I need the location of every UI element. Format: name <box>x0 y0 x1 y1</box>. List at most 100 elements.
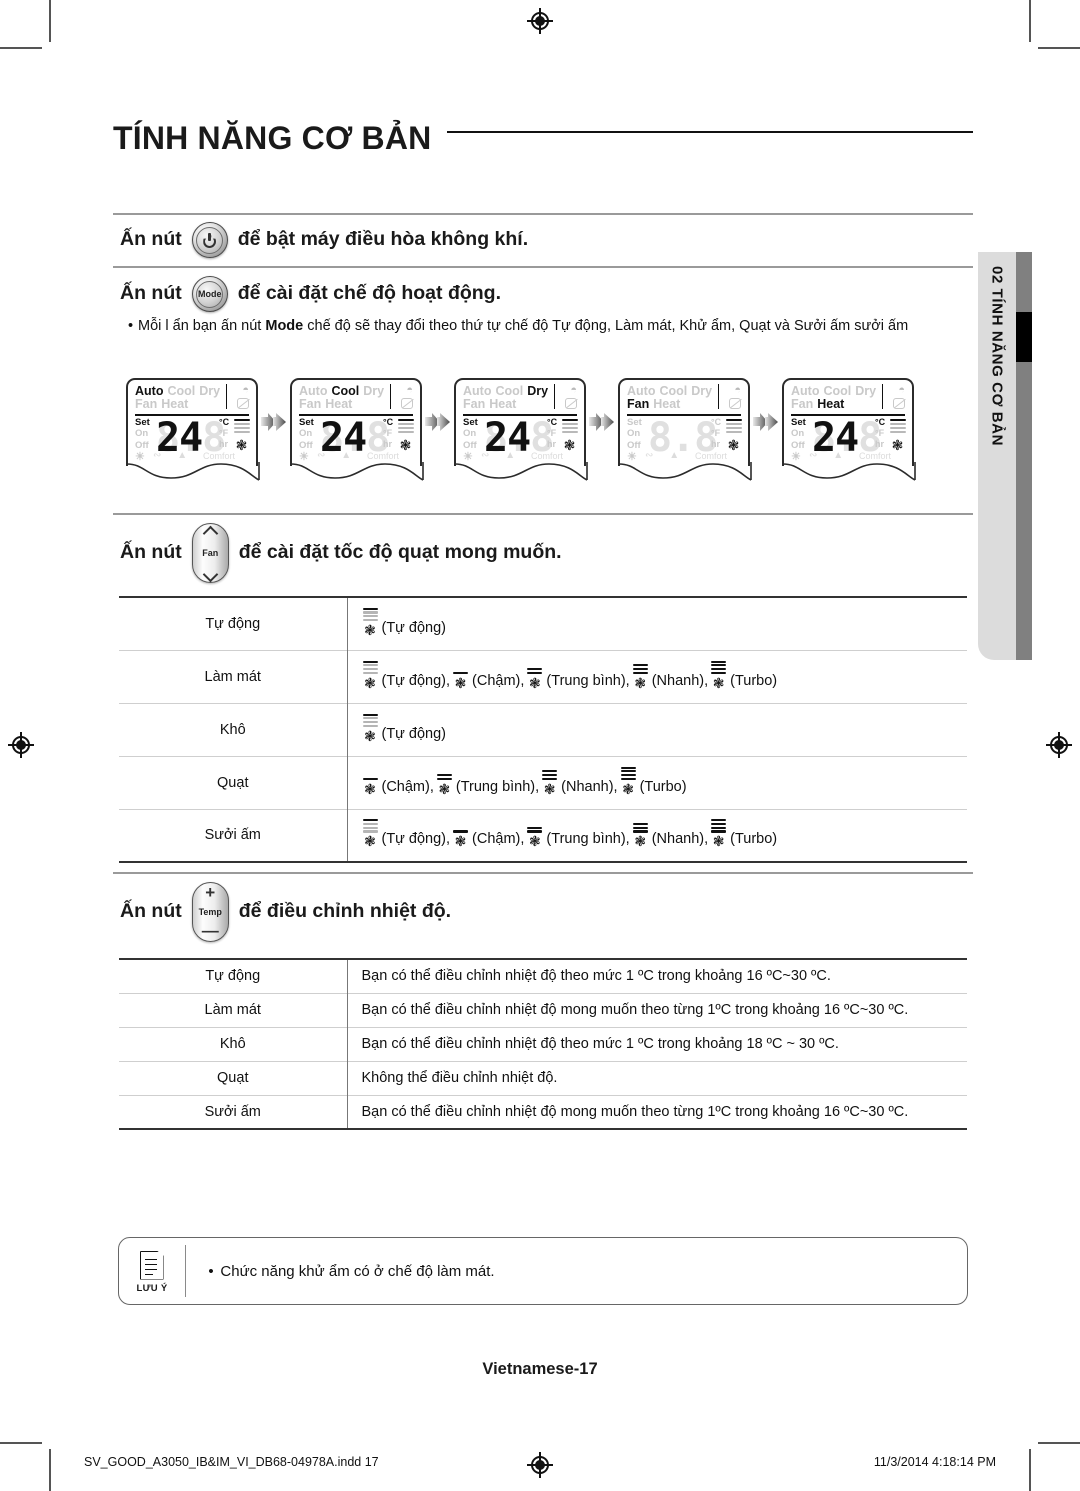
note-text-value: Chức năng khử ẩm có ở chế độ làm mát. <box>220 1262 495 1280</box>
lcd-units: °C °F hr <box>383 417 393 450</box>
fan-blade-icon: ❃ <box>364 833 376 850</box>
fan-speed-bars <box>362 713 378 729</box>
lcd-fan-bars <box>726 418 742 435</box>
temp-prefix: Ấn nút <box>120 900 182 923</box>
note-icon-wrap: LƯU Ý <box>119 1249 185 1294</box>
fan-speed-option-label: (Turbo) <box>730 831 778 848</box>
lcd-set-label: Set <box>299 416 314 428</box>
lcd-mode-row: Auto Cool Dry Fan Heat ◓ <box>463 384 577 413</box>
arrow-right-icon <box>586 378 618 466</box>
fan-speed-option: ❃ (Tự động), <box>362 660 450 690</box>
lcd-wave-bottom <box>454 462 588 481</box>
lcd-mode-row-bottom: Fan Heat <box>463 398 577 411</box>
fan-speed-option-label: (Trung bình), <box>455 778 540 795</box>
temp-button[interactable]: + Temp — <box>191 882 229 942</box>
fan-blade-icon: ❃ <box>364 780 376 797</box>
fan-speed-icon: ❃ <box>452 818 469 849</box>
lcd-units: °C °F hr <box>219 417 229 450</box>
lcd-mode-fan: Fan <box>627 397 650 411</box>
lcd-mode-separator <box>553 384 555 409</box>
page-title-row: TÍNH NĂNG CƠ BẢN <box>113 110 973 166</box>
fan-speed-table: Tự động ❃ (Tự động) Làm mát ❃ (Tự động), ❃ (Chậ… <box>119 596 967 863</box>
lcd-unit-celsius: °C <box>547 416 558 427</box>
lcd-comfort-label: Comfort <box>694 451 727 461</box>
fan-table-mode-cell: Sưởi ấm <box>119 808 348 863</box>
fan-table-options-cell: ❃ (Tự động) <box>347 596 967 650</box>
lcd-set-label: Set <box>627 416 642 428</box>
fan-speed-option: ❃ (Trung bình), <box>526 818 630 849</box>
fan-speed-icon: ❃ <box>632 660 649 690</box>
arrow-right-icon <box>422 378 454 466</box>
lcd-wave-bottom <box>618 462 752 481</box>
temp-table-desc-cell: Bạn có thể điều chỉnh nhiệt độ theo mức … <box>347 1026 967 1061</box>
lcd-mode-heat: Heat <box>489 397 517 411</box>
lcd-fan-bars <box>562 418 578 435</box>
lcd-mode-row-bottom: Fan Heat <box>627 398 741 411</box>
lcd-inner: Auto Cool Dry Fan Heat ◓ Set On Off ☀ 8.8 24 °C °F hr ❃… <box>791 384 906 463</box>
comfort-icon: ▲ <box>505 450 516 461</box>
lcd-unit-fahrenheit: °F <box>875 427 885 438</box>
lcd-mode-row: Auto Cool Dry Fan Heat ◓ <box>299 384 413 413</box>
lcd-mode-row: Auto Cool Dry Fan Heat ◓ <box>135 384 249 413</box>
note-bullet-dot: • <box>208 1262 214 1280</box>
table-row: Sưởi ấm ❃ (Tự động), ❃ (Chậm), ❃ (Trung bình),… <box>119 808 967 863</box>
fan-speed-icon: ❃ <box>362 713 379 743</box>
power-button[interactable] <box>191 222 228 258</box>
no-smoke-icon <box>729 398 741 409</box>
temp-table-mode-cell: Khô <box>119 1026 348 1061</box>
side-tab-dark-bar <box>1016 252 1032 660</box>
fan-speed-option-label: (Trung bình), <box>546 672 630 689</box>
lcd-panel: Auto Cool Dry Fan Heat ◓ Set On Off ☀ 8.8 24 °C °F hr ❃… <box>290 378 424 490</box>
lcd-mode-dry: Dry <box>855 384 877 398</box>
lcd-on-label: On <box>463 428 477 440</box>
lcd-mode-row: Auto Cool Dry Fan Heat ◓ <box>627 384 741 413</box>
lcd-unit-fahrenheit: °F <box>547 427 557 438</box>
lcd-mode-dry: Dry <box>363 384 385 398</box>
lcd-panel: Auto Cool Dry Fan Heat ◓ Set On Off ☀ 8.8 °C °F hr ❃ ∾ ▲… <box>618 378 752 490</box>
fan-speed-icon: ❃ <box>710 660 727 690</box>
note-box: LƯU Ý • Chức năng khử ẩm có ở chế độ làm … <box>118 1237 968 1305</box>
fan-speed-bars <box>711 819 727 834</box>
fan-speed-icon: ❃ <box>710 818 727 850</box>
power-prefix: Ấn nút <box>120 228 182 251</box>
lcd-screen: Auto Cool Dry Fan Heat ◓ Set On Off ☀ 8.8 24 °C °F hr ❃… <box>782 378 914 466</box>
fan-speed-icon: ❃ <box>632 818 649 850</box>
fan-speed-option: ❃ (Nhanh), <box>632 818 709 850</box>
lcd-mode-separator <box>717 384 719 409</box>
fan-blade-icon: ❃ <box>364 621 376 638</box>
fan-speed-option-label: (Chậm), <box>381 778 434 795</box>
lcd-mode-fan: Fan <box>299 397 322 411</box>
mode-suffix: để cài đặt chế độ hoạt động. <box>237 282 502 305</box>
wifi-icon: ◓ <box>734 384 741 396</box>
note-icon-label: LƯU Ý <box>136 1282 168 1294</box>
lcd-mode-fan: Fan <box>135 397 158 411</box>
lcd-wave-bottom <box>290 462 424 481</box>
temperature-table: Tự động Bạn có thể điều chỉnh nhiệt độ th… <box>119 958 967 1130</box>
fan-speed-option: ❃ (Nhanh), <box>541 766 618 797</box>
lcd-unit-celsius: °C <box>219 416 230 427</box>
fan-speed-bars <box>362 819 378 834</box>
fan-speed-option-label: (Tự động), <box>381 831 451 848</box>
fan-blade-icon: ❃ <box>543 780 556 797</box>
fan-blade-icon: ❃ <box>529 674 541 691</box>
fan-blade-icon: ❃ <box>634 833 647 850</box>
fan-blade-icon: ❃ <box>712 833 725 850</box>
fan-speed-bars <box>527 819 543 834</box>
mode-button[interactable]: Mode <box>191 276 228 312</box>
mode-bullet-bold: Mode <box>265 318 304 334</box>
fan-speed-option: ❃ (Tự động), <box>362 818 451 850</box>
fan-speed-option: ❃ (Turbo) <box>620 766 687 796</box>
lcd-mode-fan: Fan <box>463 397 486 411</box>
fan-speed-option-label: (Nhanh), <box>651 831 709 848</box>
lcd-on-label: On <box>791 428 805 440</box>
temp-button-label: Temp <box>198 906 222 917</box>
lcd-inner: Auto Cool Dry Fan Heat ◓ Set On Off ☀ 8.8 °C °F hr ❃ ∾ ▲… <box>627 384 742 463</box>
fan-table-mode-cell: Tự động <box>119 596 348 650</box>
fan-instruction: Ấn nút Fan để cài đặt tốc độ quạt mong m… <box>120 523 562 583</box>
lcd-on-label: On <box>299 428 313 440</box>
fan-speed-icon: ❃ <box>436 766 453 796</box>
fan-blade-icon: ❃ <box>634 674 647 691</box>
fan-speed-option: ❃ (Chậm), <box>452 660 524 690</box>
lcd-inner: Auto Cool Dry Fan Heat ◓ Set On Off ☀ 8.8 24 °C °F hr ❃… <box>463 384 578 463</box>
fan-button[interactable]: Fan <box>191 523 229 583</box>
